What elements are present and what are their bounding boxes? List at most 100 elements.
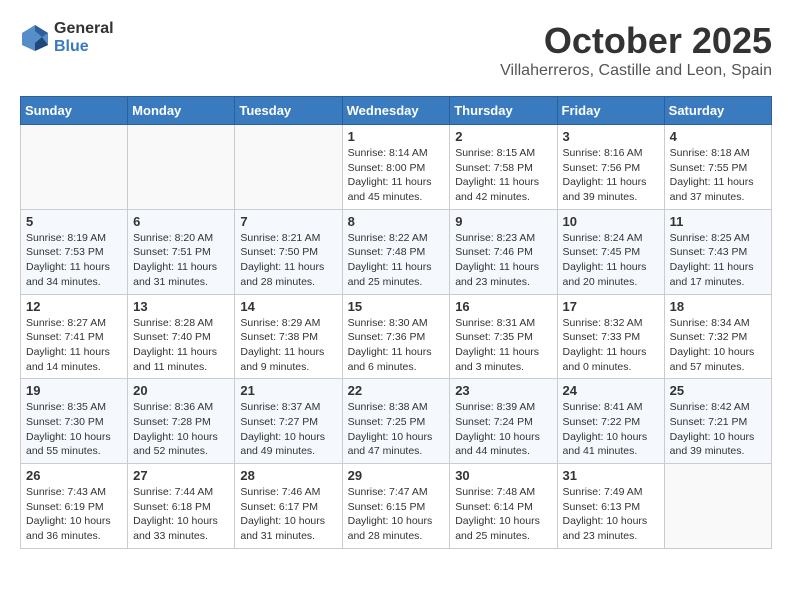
calendar-cell: 5 Sunrise: 8:19 AM Sunset: 7:53 PM Daylig… [21, 209, 128, 294]
day-number: 15 [348, 299, 445, 314]
day-number: 3 [563, 129, 659, 144]
calendar-cell: 29 Sunrise: 7:47 AM Sunset: 6:15 PM Dayli… [342, 464, 450, 549]
day-number: 28 [240, 468, 336, 483]
day-number: 4 [670, 129, 766, 144]
day-number: 21 [240, 383, 336, 398]
day-info: Sunrise: 8:30 AM Sunset: 7:36 PM Dayligh… [348, 316, 445, 375]
day-info: Sunrise: 8:14 AM Sunset: 8:00 PM Dayligh… [348, 146, 445, 205]
calendar-cell: 20 Sunrise: 8:36 AM Sunset: 7:28 PM Dayli… [128, 379, 235, 464]
week-row-2: 5 Sunrise: 8:19 AM Sunset: 7:53 PM Daylig… [21, 209, 772, 294]
logo: General Blue [20, 20, 114, 55]
calendar-cell: 7 Sunrise: 8:21 AM Sunset: 7:50 PM Daylig… [235, 209, 342, 294]
day-info: Sunrise: 8:31 AM Sunset: 7:35 PM Dayligh… [455, 316, 551, 375]
calendar-cell: 26 Sunrise: 7:43 AM Sunset: 6:19 PM Dayli… [21, 464, 128, 549]
day-info: Sunrise: 8:24 AM Sunset: 7:45 PM Dayligh… [563, 231, 659, 290]
calendar-cell [21, 125, 128, 210]
calendar-cell [664, 464, 771, 549]
day-info: Sunrise: 8:36 AM Sunset: 7:28 PM Dayligh… [133, 400, 229, 459]
day-header-saturday: Saturday [664, 97, 771, 125]
day-info: Sunrise: 8:42 AM Sunset: 7:21 PM Dayligh… [670, 400, 766, 459]
day-header-tuesday: Tuesday [235, 97, 342, 125]
title-block: October 2025 Villaherreros, Castille and… [500, 20, 772, 80]
day-info: Sunrise: 8:16 AM Sunset: 7:56 PM Dayligh… [563, 146, 659, 205]
day-info: Sunrise: 7:47 AM Sunset: 6:15 PM Dayligh… [348, 485, 445, 544]
day-info: Sunrise: 7:46 AM Sunset: 6:17 PM Dayligh… [240, 485, 336, 544]
day-header-wednesday: Wednesday [342, 97, 450, 125]
calendar-cell: 21 Sunrise: 8:37 AM Sunset: 7:27 PM Dayli… [235, 379, 342, 464]
day-info: Sunrise: 7:44 AM Sunset: 6:18 PM Dayligh… [133, 485, 229, 544]
day-info: Sunrise: 7:49 AM Sunset: 6:13 PM Dayligh… [563, 485, 659, 544]
day-info: Sunrise: 8:39 AM Sunset: 7:24 PM Dayligh… [455, 400, 551, 459]
week-row-5: 26 Sunrise: 7:43 AM Sunset: 6:19 PM Dayli… [21, 464, 772, 549]
day-info: Sunrise: 8:25 AM Sunset: 7:43 PM Dayligh… [670, 231, 766, 290]
day-info: Sunrise: 8:15 AM Sunset: 7:58 PM Dayligh… [455, 146, 551, 205]
logo-general: General [54, 20, 114, 38]
calendar-cell: 6 Sunrise: 8:20 AM Sunset: 7:51 PM Daylig… [128, 209, 235, 294]
calendar-cell: 19 Sunrise: 8:35 AM Sunset: 7:30 PM Dayli… [21, 379, 128, 464]
day-info: Sunrise: 8:29 AM Sunset: 7:38 PM Dayligh… [240, 316, 336, 375]
day-number: 22 [348, 383, 445, 398]
logo-text: General Blue [54, 20, 114, 55]
day-info: Sunrise: 8:20 AM Sunset: 7:51 PM Dayligh… [133, 231, 229, 290]
calendar-cell: 3 Sunrise: 8:16 AM Sunset: 7:56 PM Daylig… [557, 125, 664, 210]
location: Villaherreros, Castille and Leon, Spain [500, 62, 772, 80]
day-info: Sunrise: 7:43 AM Sunset: 6:19 PM Dayligh… [26, 485, 122, 544]
week-row-4: 19 Sunrise: 8:35 AM Sunset: 7:30 PM Dayli… [21, 379, 772, 464]
day-number: 18 [670, 299, 766, 314]
day-number: 23 [455, 383, 551, 398]
day-info: Sunrise: 8:28 AM Sunset: 7:40 PM Dayligh… [133, 316, 229, 375]
calendar-cell: 12 Sunrise: 8:27 AM Sunset: 7:41 PM Dayli… [21, 294, 128, 379]
calendar-cell [128, 125, 235, 210]
day-number: 11 [670, 214, 766, 229]
calendar-cell: 25 Sunrise: 8:42 AM Sunset: 7:21 PM Dayli… [664, 379, 771, 464]
day-header-monday: Monday [128, 97, 235, 125]
day-info: Sunrise: 8:21 AM Sunset: 7:50 PM Dayligh… [240, 231, 336, 290]
day-info: Sunrise: 8:38 AM Sunset: 7:25 PM Dayligh… [348, 400, 445, 459]
logo-icon [20, 23, 50, 53]
calendar-cell: 18Sunrise: 8:34 AM Sunset: 7:32 PM Dayli… [664, 294, 771, 379]
day-info: Sunrise: 8:35 AM Sunset: 7:30 PM Dayligh… [26, 400, 122, 459]
calendar-cell: 4Sunrise: 8:18 AM Sunset: 7:55 PM Daylig… [664, 125, 771, 210]
day-number: 12 [26, 299, 122, 314]
day-header-friday: Friday [557, 97, 664, 125]
day-number: 8 [348, 214, 445, 229]
calendar-cell: 8Sunrise: 8:22 AM Sunset: 7:48 PM Daylig… [342, 209, 450, 294]
day-info: Sunrise: 8:41 AM Sunset: 7:22 PM Dayligh… [563, 400, 659, 459]
logo-blue: Blue [54, 38, 114, 56]
calendar-cell: 17Sunrise: 8:32 AM Sunset: 7:33 PM Dayli… [557, 294, 664, 379]
day-header-sunday: Sunday [21, 97, 128, 125]
day-number: 20 [133, 383, 229, 398]
calendar-cell: 13Sunrise: 8:28 AM Sunset: 7:40 PM Dayli… [128, 294, 235, 379]
day-number: 2 [455, 129, 551, 144]
calendar-cell: 22 Sunrise: 8:38 AM Sunset: 7:25 PM Dayli… [342, 379, 450, 464]
day-number: 14 [240, 299, 336, 314]
day-number: 27 [133, 468, 229, 483]
day-number: 24 [563, 383, 659, 398]
day-number: 26 [26, 468, 122, 483]
calendar-cell: 10 Sunrise: 8:24 AM Sunset: 7:45 PM Dayli… [557, 209, 664, 294]
calendar-cell [235, 125, 342, 210]
day-number: 19 [26, 383, 122, 398]
day-number: 31 [563, 468, 659, 483]
day-number: 9 [455, 214, 551, 229]
day-info: Sunrise: 7:48 AM Sunset: 6:14 PM Dayligh… [455, 485, 551, 544]
calendar-cell: 30Sunrise: 7:48 AM Sunset: 6:14 PM Dayli… [450, 464, 557, 549]
day-number: 16 [455, 299, 551, 314]
day-number: 10 [563, 214, 659, 229]
day-number: 29 [348, 468, 445, 483]
day-info: Sunrise: 8:27 AM Sunset: 7:41 PM Dayligh… [26, 316, 122, 375]
day-info: Sunrise: 8:32 AM Sunset: 7:33 PM Dayligh… [563, 316, 659, 375]
calendar-cell: 28 Sunrise: 7:46 AM Sunset: 6:17 PM Dayli… [235, 464, 342, 549]
day-info: Sunrise: 8:23 AM Sunset: 7:46 PM Dayligh… [455, 231, 551, 290]
day-header-thursday: Thursday [450, 97, 557, 125]
calendar-cell: 11 Sunrise: 8:25 AM Sunset: 7:43 PM Dayli… [664, 209, 771, 294]
day-info: Sunrise: 8:19 AM Sunset: 7:53 PM Dayligh… [26, 231, 122, 290]
calendar-cell: 31 Sunrise: 7:49 AM Sunset: 6:13 PM Dayli… [557, 464, 664, 549]
day-number: 6 [133, 214, 229, 229]
day-number: 5 [26, 214, 122, 229]
calendar-cell: 2 Sunrise: 8:15 AM Sunset: 7:58 PM Daylig… [450, 125, 557, 210]
day-info: Sunrise: 8:37 AM Sunset: 7:27 PM Dayligh… [240, 400, 336, 459]
day-number: 7 [240, 214, 336, 229]
week-row-1: 1Sunrise: 8:14 AM Sunset: 8:00 PM Daylig… [21, 125, 772, 210]
day-number: 25 [670, 383, 766, 398]
